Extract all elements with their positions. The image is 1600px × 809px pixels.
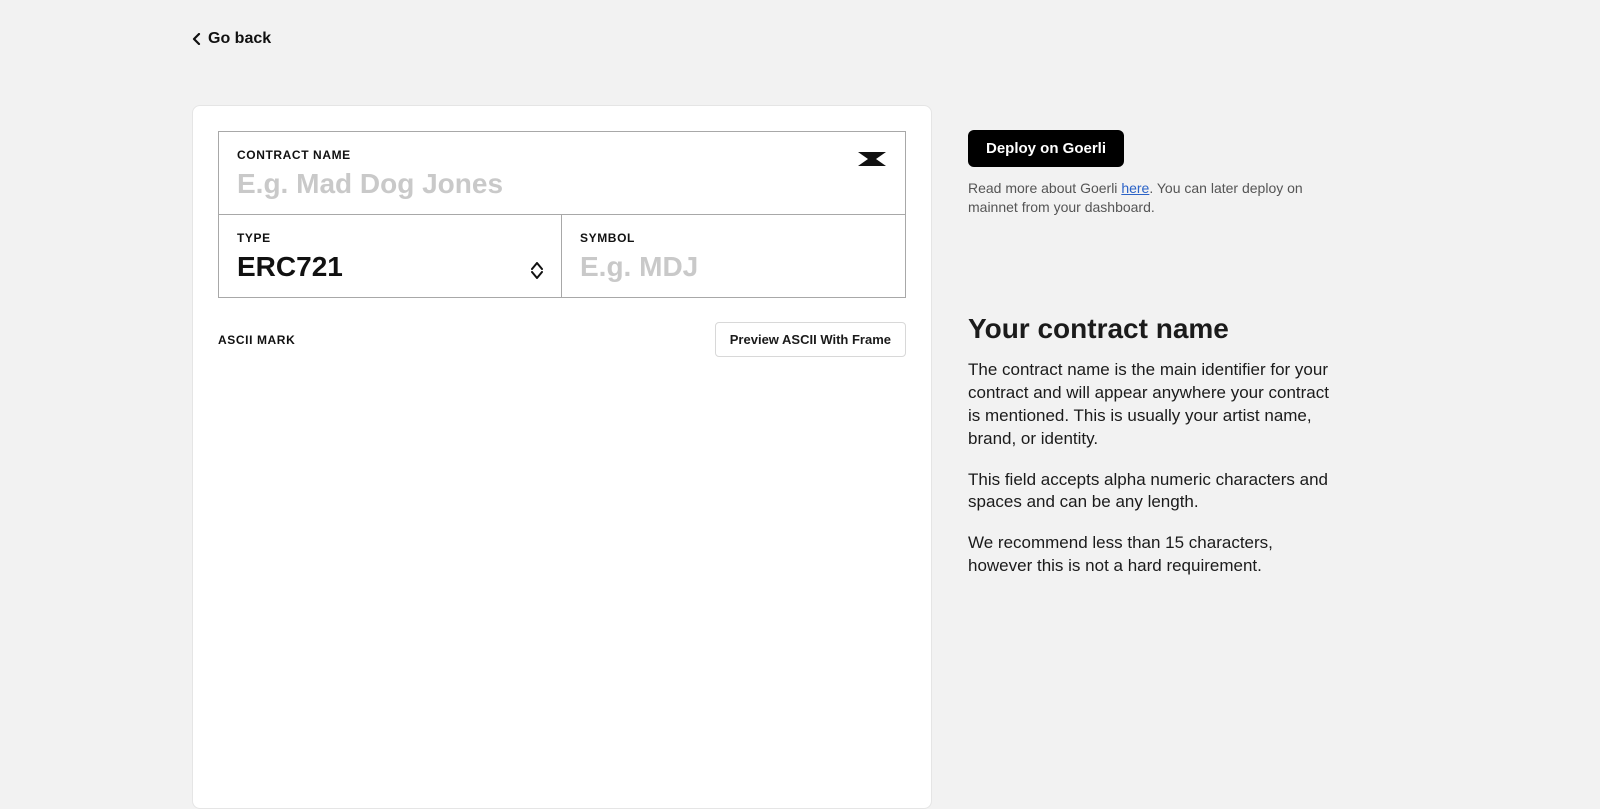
deploy-button[interactable]: Deploy on Goerli (968, 130, 1124, 167)
symbol-input[interactable] (580, 251, 887, 283)
ascii-label: ASCII MARK (218, 333, 295, 347)
brand-flag-icon (857, 150, 887, 173)
go-back-label: Go back (208, 30, 271, 48)
symbol-field: SYMBOL (562, 215, 905, 297)
deploy-note-prefix: Read more about Goerli (968, 180, 1121, 196)
sidebar-heading: Your contract name (968, 313, 1388, 345)
type-label: TYPE (237, 231, 543, 245)
goerli-link[interactable]: here (1121, 180, 1149, 196)
sidebar-para-3: We recommend less than 15 characters, ho… (968, 532, 1338, 578)
sidebar-para-1: The contract name is the main identifier… (968, 359, 1338, 451)
form-table: CONTRACT NAME TYPE ERC721 (218, 131, 906, 298)
chevron-left-icon (192, 33, 202, 45)
type-value: ERC721 (237, 251, 543, 283)
type-field[interactable]: TYPE ERC721 (219, 215, 562, 297)
stepper-arrows-icon[interactable] (531, 262, 543, 279)
contract-name-label: CONTRACT NAME (237, 148, 887, 162)
contract-form-card: CONTRACT NAME TYPE ERC721 (192, 105, 932, 809)
preview-ascii-button[interactable]: Preview ASCII With Frame (715, 322, 906, 357)
sidebar-para-2: This field accepts alpha numeric charact… (968, 469, 1338, 515)
go-back-link[interactable]: Go back (192, 30, 271, 48)
contract-name-input[interactable] (237, 168, 887, 200)
sidebar: Deploy on Goerli Read more about Goerli … (968, 105, 1388, 596)
deploy-note: Read more about Goerli here. You can lat… (968, 179, 1328, 217)
contract-name-field: CONTRACT NAME (219, 132, 905, 215)
symbol-label: SYMBOL (580, 231, 887, 245)
